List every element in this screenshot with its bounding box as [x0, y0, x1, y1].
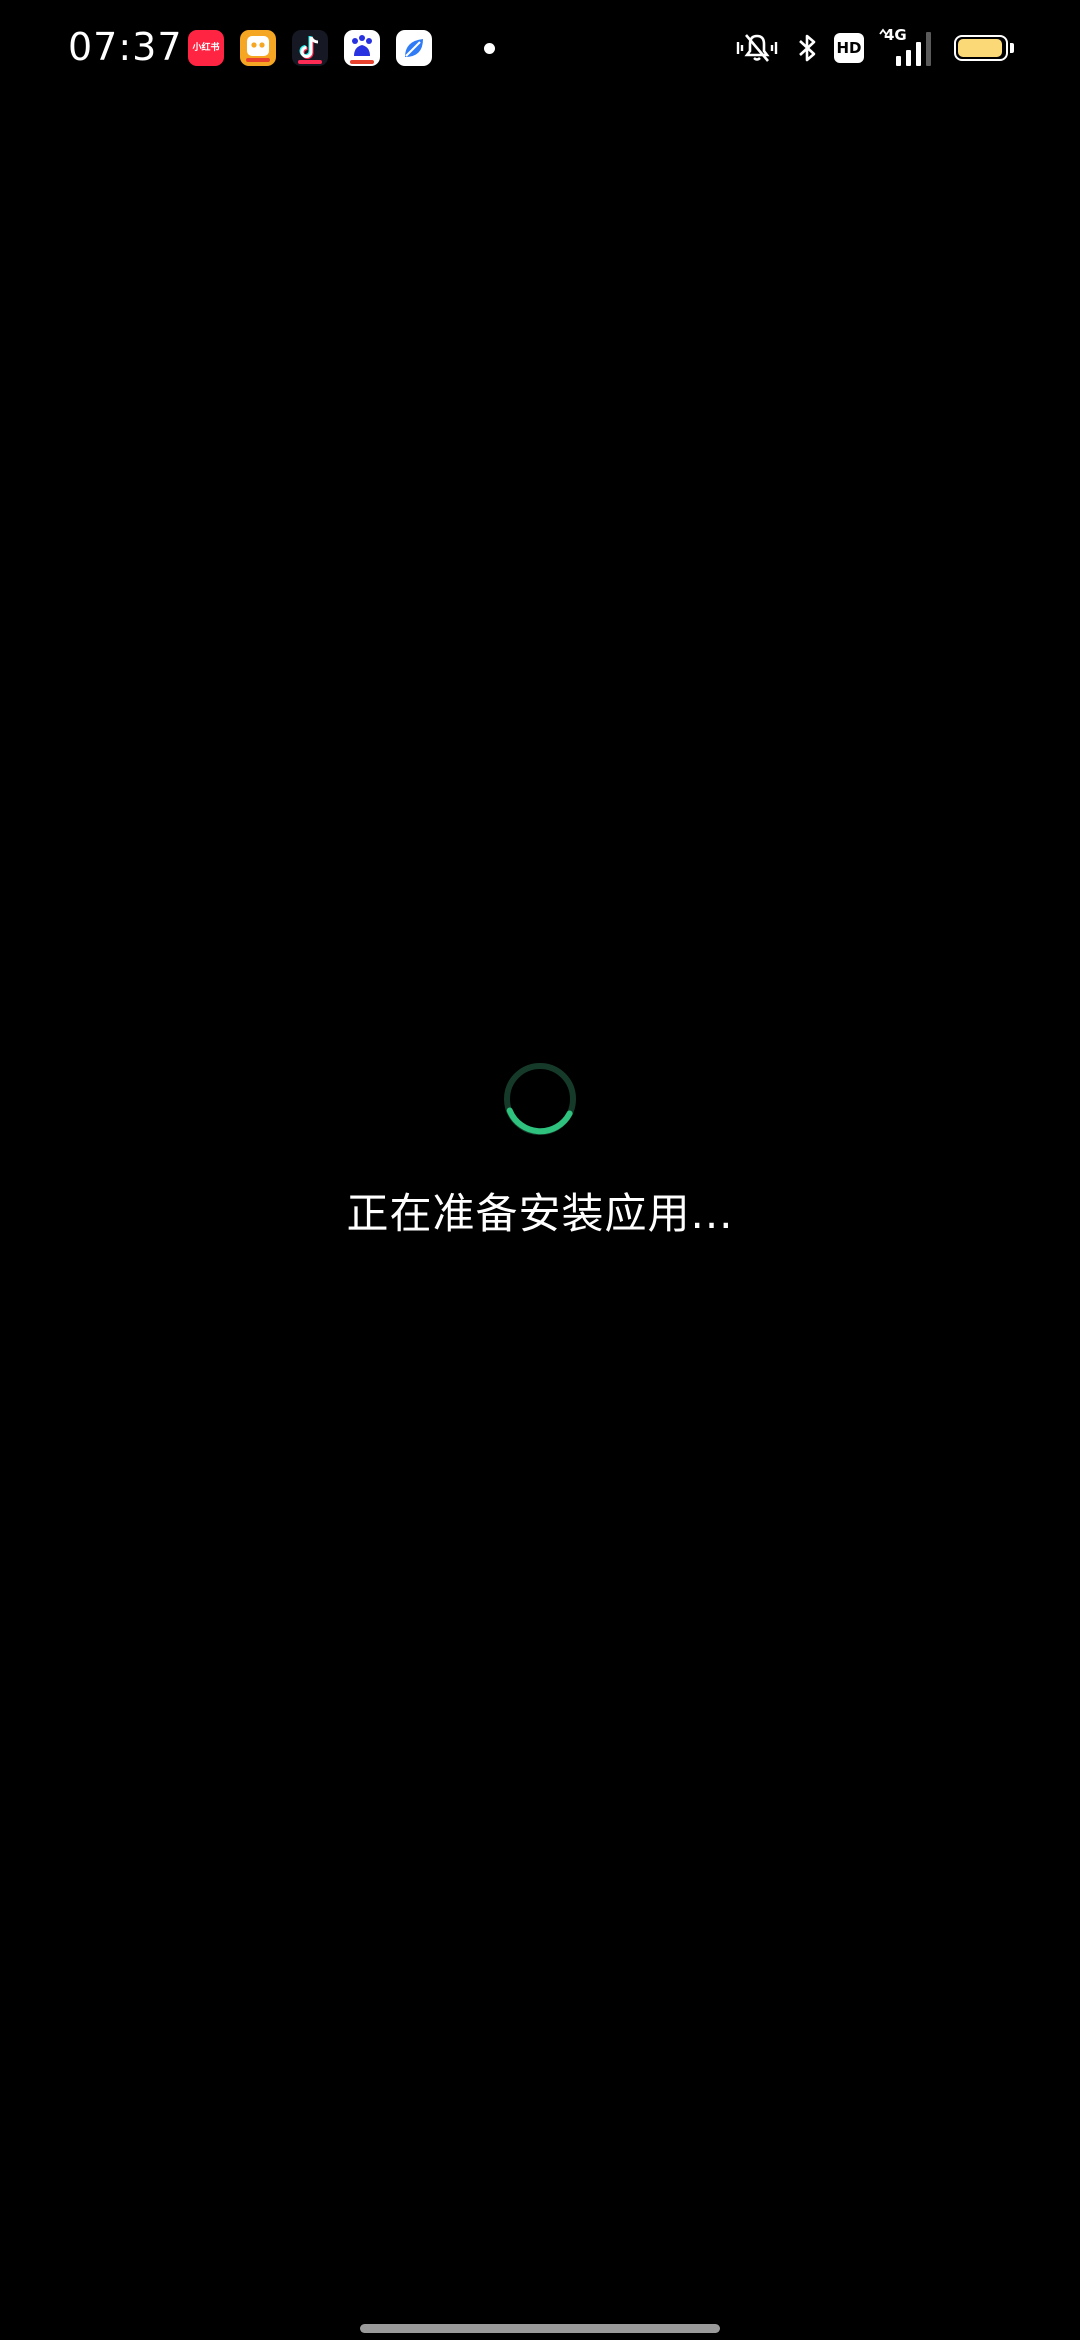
- loading-block: 正在准备安装应用...: [0, 1060, 1080, 1242]
- bluetooth-icon: [794, 30, 820, 66]
- hd-label: HD: [834, 33, 864, 63]
- douyin-app-icon: [292, 30, 328, 66]
- baidu-app-icon: [344, 30, 380, 66]
- hd-icon: HD: [834, 33, 864, 63]
- xiaohongshu-icon-label: 小红书: [192, 43, 220, 53]
- more-dot-icon: [484, 42, 495, 54]
- leaf-app-icon: [396, 30, 432, 66]
- signal-4g-icon: 4G: [878, 26, 936, 68]
- toutiao-app-icon: [240, 30, 276, 66]
- battery-cap: [1010, 43, 1014, 53]
- loading-spinner: [504, 1063, 576, 1135]
- status-time: 07:37: [68, 25, 183, 69]
- vibrate-mute-icon: [734, 30, 780, 66]
- system-status-icons: HD 4G: [720, 26, 1014, 68]
- loading-text: 正在准备安装应用...: [346, 1189, 734, 1238]
- battery-icon: [954, 35, 1014, 61]
- battery-level: [958, 39, 1002, 57]
- notification-icons: 小红书: [188, 30, 495, 66]
- battery-body: [954, 35, 1008, 61]
- home-indicator[interactable]: [360, 2324, 720, 2333]
- xiaohongshu-app-icon: 小红书: [188, 30, 224, 66]
- install-preparing-screen: 07:37 小红书 HD 4G 正在准备安装应用...: [0, 0, 1080, 2340]
- status-bar: 07:37 小红书 HD 4G: [0, 0, 1080, 96]
